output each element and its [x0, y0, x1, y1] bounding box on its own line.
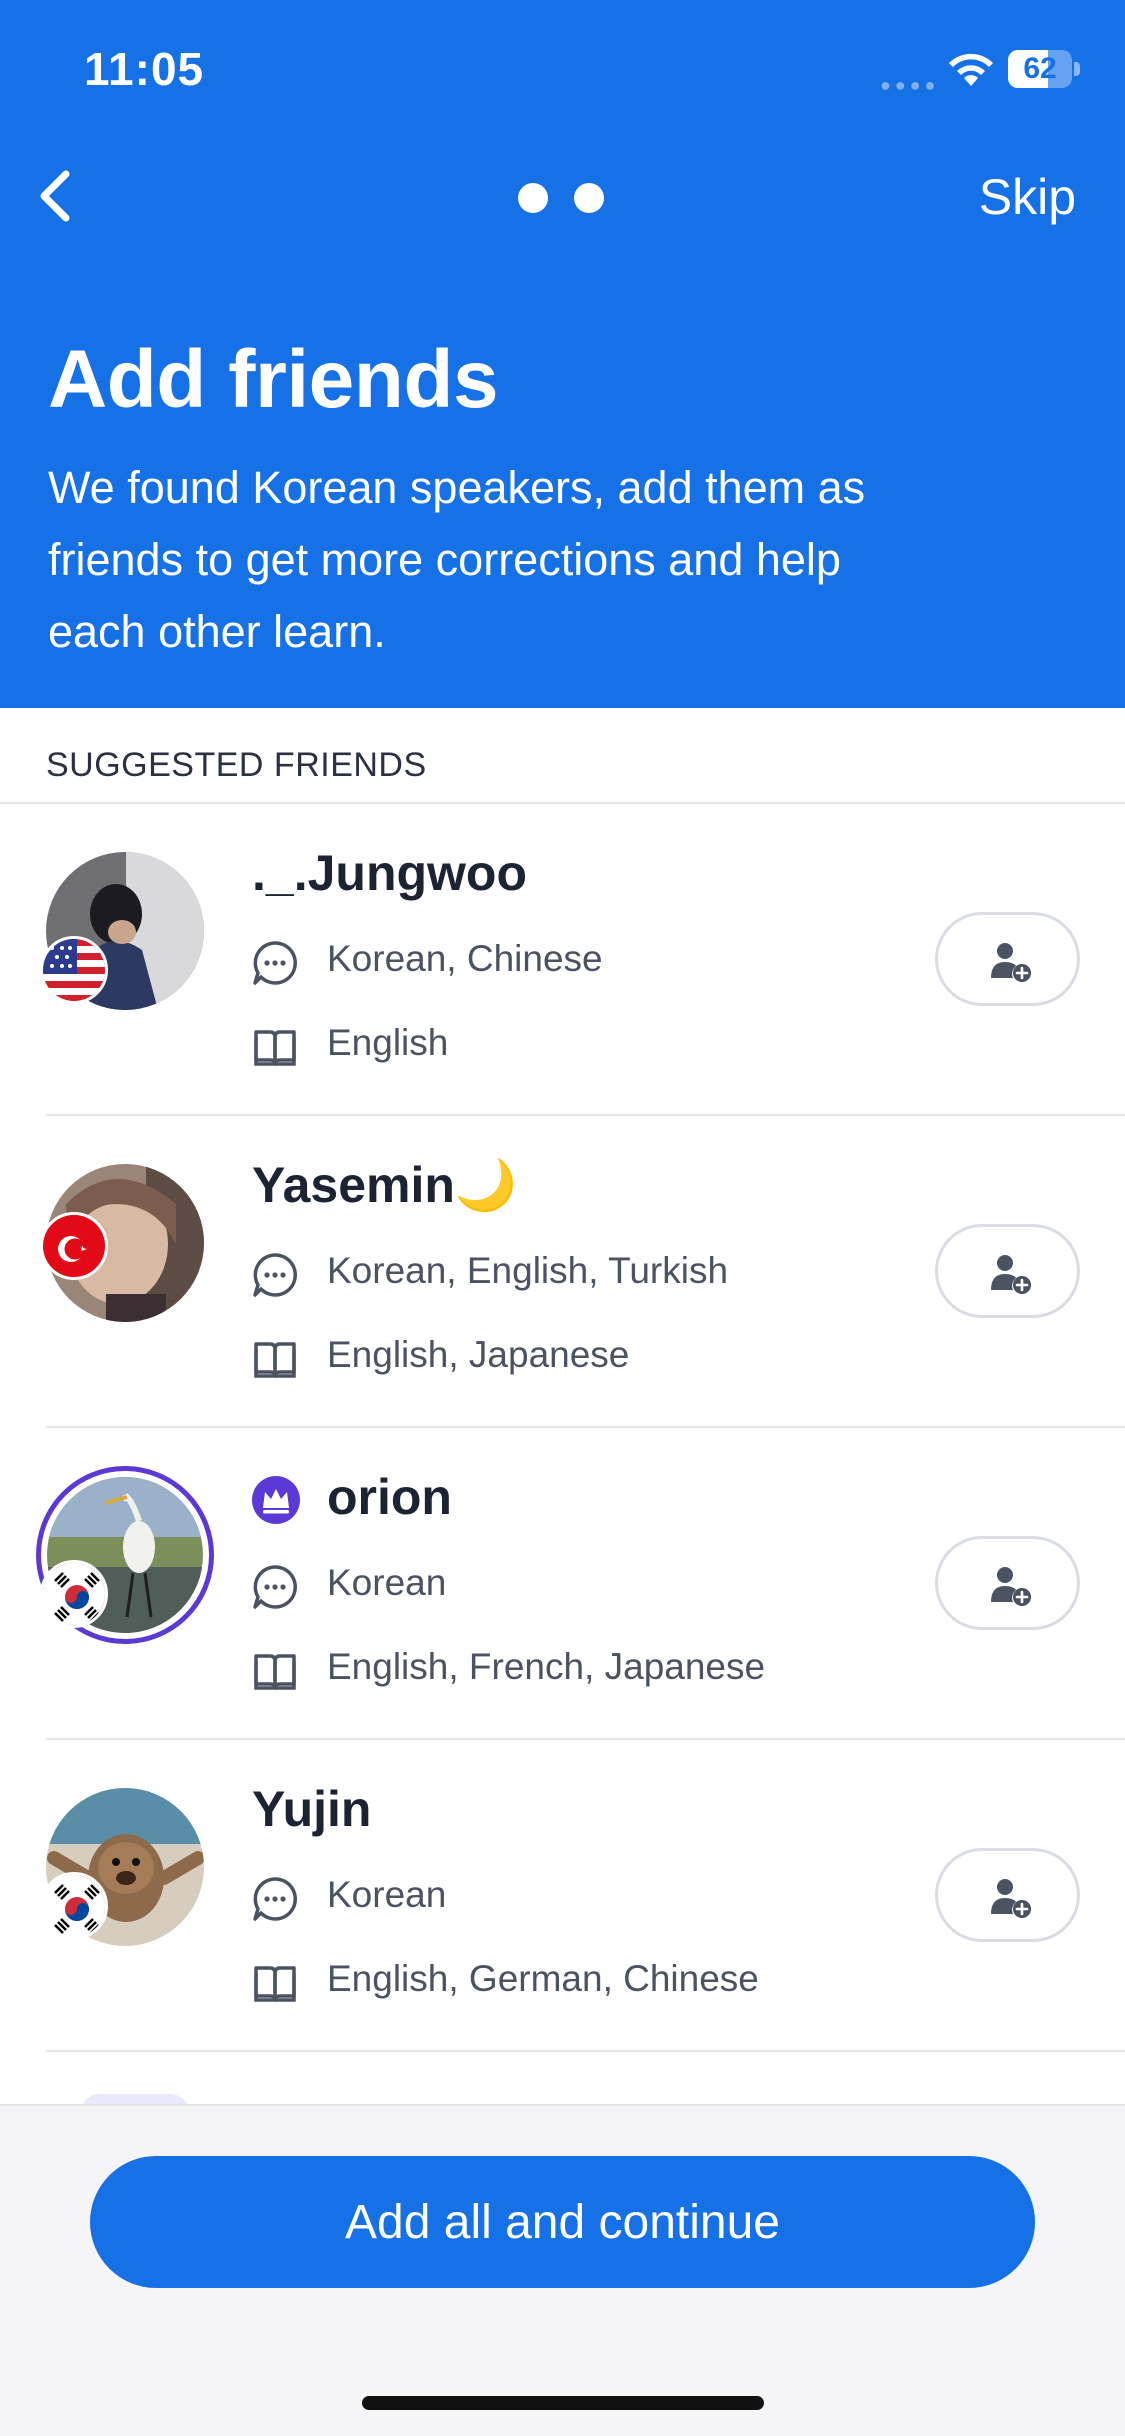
korea-flag-icon [40, 1872, 108, 1940]
chat-bubble-icon [253, 1877, 298, 1921]
premium-crown-icon [252, 1476, 300, 1524]
row-divider [46, 2050, 1125, 2052]
page-dot [518, 183, 548, 213]
page-indicator [518, 183, 608, 213]
add-person-icon [991, 943, 1031, 982]
status-bar: 11:05 ●●●● 62 [0, 0, 1125, 140]
page-title: Add friends [48, 334, 499, 425]
speaks-languages: Korean [327, 1874, 447, 1915]
friend-name: Yasemin🌙 [252, 1157, 518, 1213]
learning-languages: English, Japanese [327, 1334, 630, 1375]
learning-languages: English [327, 1022, 449, 1063]
friend-row[interactable]: orion Korean English, French, Japanese [0, 1428, 1125, 1740]
friend-name: ._.Jungwoo [252, 845, 527, 901]
add-all-continue-button[interactable]: Add all and continue [90, 2156, 1035, 2288]
add-person-icon [991, 1255, 1031, 1294]
learning-languages: English, French, Japanese [327, 1646, 766, 1687]
us-flag-icon [40, 936, 108, 1004]
friend-name: orion [327, 1469, 452, 1525]
book-icon [254, 1030, 296, 1066]
add-friend-button[interactable] [935, 1224, 1080, 1318]
speaks-languages: Korean [327, 1562, 447, 1603]
section-title: SUGGESTED FRIENDS [46, 746, 427, 784]
home-indicator[interactable] [362, 2396, 764, 2410]
page-dot [574, 183, 604, 213]
section-header: SUGGESTED FRIENDS [0, 708, 1125, 804]
status-time: 11:05 [84, 43, 205, 95]
cta-label: Add all and continue [345, 2195, 780, 2249]
friend-name: Yujin [252, 1781, 372, 1837]
chat-bubble-icon [253, 941, 298, 985]
friend-row[interactable]: ._.Jungwoo Korean, Chinese English [0, 804, 1125, 1116]
korea-flag-icon [40, 1560, 108, 1628]
chat-bubble-icon [253, 1253, 298, 1297]
skip-button[interactable]: Skip [960, 168, 1110, 226]
back-chevron-icon[interactable] [22, 160, 92, 232]
add-friend-button[interactable] [935, 912, 1080, 1006]
learning-languages: English, German, Chinese [327, 1958, 759, 1999]
wifi-icon [949, 53, 993, 86]
bottom-bar: Add all and continue [0, 2104, 1125, 2436]
turkey-flag-icon [40, 1212, 108, 1280]
add-friend-button[interactable] [935, 1536, 1080, 1630]
friend-row[interactable]: Yasemin🌙 Korean, English, Turkish Englis… [0, 1116, 1125, 1428]
book-icon [254, 1966, 296, 2002]
cellular-signal-icon: ●●●● [880, 75, 940, 95]
add-friend-button[interactable] [935, 1848, 1080, 1942]
speaks-languages: Korean, English, Turkish [327, 1250, 729, 1291]
page-subtitle: We found Korean speakers, add them as fr… [48, 462, 866, 657]
speaks-languages: Korean, Chinese [327, 938, 603, 979]
add-person-icon [991, 1879, 1031, 1918]
book-icon [254, 1342, 296, 1378]
friend-row[interactable]: Yujin Korean English, German, Chinese [0, 1740, 1125, 2052]
book-icon [254, 1654, 296, 1690]
header: 11:05 ●●●● 62 Skip Add friends We found … [0, 0, 1125, 708]
battery-icon: 62 [1008, 50, 1080, 88]
chat-bubble-icon [253, 1565, 298, 1609]
add-person-icon [991, 1567, 1031, 1606]
battery-level: 62 [1023, 52, 1057, 85]
